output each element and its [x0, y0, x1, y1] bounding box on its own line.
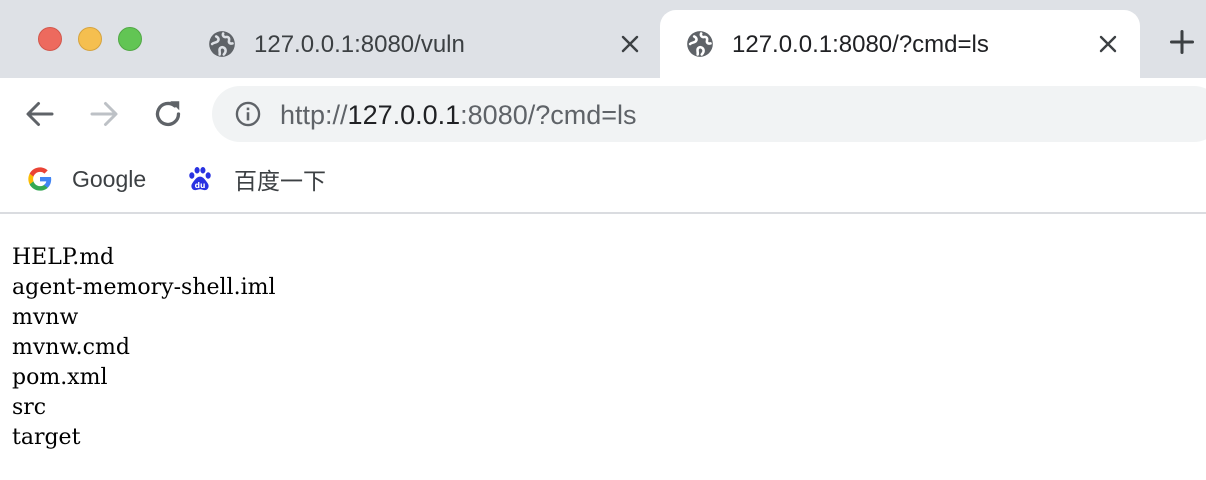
arrow-right-icon[interactable] [86, 96, 122, 132]
svg-text:du: du [195, 181, 206, 190]
bookmark-baidu[interactable]: du 百度一下 [186, 164, 326, 194]
info-icon[interactable] [234, 100, 262, 128]
address-bar[interactable]: http://127.0.0.1:8080/?cmd=ls [212, 86, 1206, 142]
arrow-left-icon[interactable] [22, 96, 58, 132]
tab-title: 127.0.0.1:8080/vuln [254, 31, 465, 58]
list-item: HELP.md [12, 245, 115, 270]
list-item: pom.xml [12, 365, 108, 390]
list-item: mvnw [12, 305, 79, 330]
window-minimize-button[interactable] [78, 27, 102, 51]
list-item: agent-memory-shell.iml [12, 275, 276, 300]
bookmark-label: Google [72, 165, 147, 192]
bookmarks-bar: Google du 百度一下 [0, 150, 1206, 214]
globe-icon [687, 31, 713, 57]
close-icon[interactable] [618, 32, 642, 56]
globe-icon [209, 31, 235, 57]
tab-cmd-ls[interactable]: 127.0.0.1:8080/?cmd=ls [660, 10, 1140, 78]
url-scheme: http:// [280, 100, 348, 130]
window-close-button[interactable] [38, 27, 62, 51]
tab-vuln[interactable]: 127.0.0.1:8080/vuln [190, 10, 658, 78]
list-item: src [12, 395, 47, 420]
url-text[interactable]: http://127.0.0.1:8080/?cmd=ls [280, 100, 637, 131]
url-host: 127.0.0.1 [347, 100, 461, 130]
tab-strip: 127.0.0.1:8080/vuln 127.0.0.1:8080/?cmd=… [0, 0, 1206, 78]
bookmark-google[interactable]: Google [26, 164, 146, 194]
list-item: mvnw.cmd [12, 335, 130, 360]
page-content: HELP.md agent-memory-shell.iml mvnw mvnw… [12, 243, 276, 453]
close-icon[interactable] [1096, 32, 1120, 56]
bookmark-label: 百度一下 [234, 168, 326, 194]
list-item: target [12, 425, 81, 450]
url-path: :8080/?cmd=ls [460, 100, 637, 130]
tab-title: 127.0.0.1:8080/?cmd=ls [732, 31, 989, 58]
baidu-paw-icon: du [189, 166, 211, 191]
window-maximize-button[interactable] [118, 27, 142, 51]
plus-icon[interactable] [1168, 28, 1196, 56]
browser-toolbar: http://127.0.0.1:8080/?cmd=ls [0, 78, 1206, 150]
reload-icon[interactable] [150, 96, 186, 132]
google-g-icon [28, 167, 52, 191]
